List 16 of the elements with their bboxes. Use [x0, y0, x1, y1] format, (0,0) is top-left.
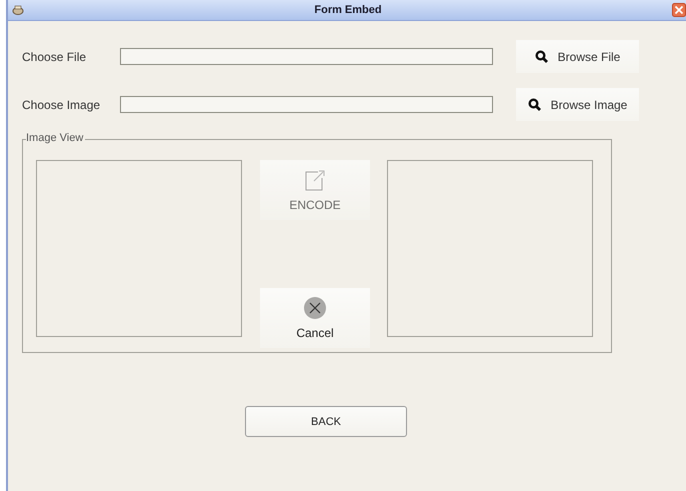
search-icon: [534, 50, 548, 63]
path-field[interactable]: [120, 96, 493, 113]
close-icon[interactable]: [672, 3, 686, 17]
edit-icon: [304, 168, 326, 192]
cancel-button[interactable]: Cancel: [260, 288, 370, 348]
app-icon: [12, 5, 24, 15]
close-circle-icon: [303, 296, 327, 320]
window-title: Form Embed: [313, 4, 383, 16]
field-label: Choose File: [22, 50, 88, 64]
path-field[interactable]: [120, 48, 493, 65]
group-title: Image View: [26, 132, 86, 144]
browse-button[interactable]: Browse Image: [516, 88, 639, 121]
field-label: Choose Image: [22, 98, 102, 112]
search-icon: [528, 98, 541, 111]
browse-button[interactable]: Browse File: [516, 40, 639, 73]
back-button[interactable]: BACK: [245, 406, 407, 437]
